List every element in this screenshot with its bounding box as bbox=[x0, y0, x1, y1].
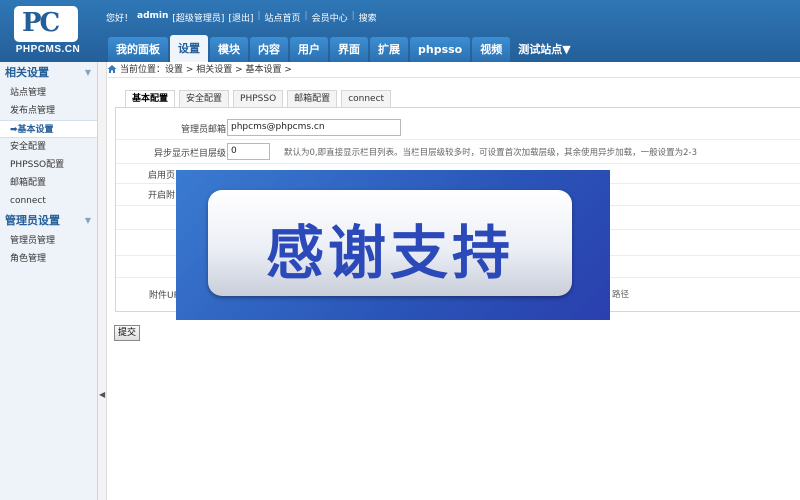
form-row-async-level: 异步显示栏目层级 0 默认为0,即直接显示栏目列表。当栏目层级较多时，可设置首次… bbox=[116, 140, 800, 164]
nav-tab-panel[interactable]: 我的面板 bbox=[108, 37, 168, 62]
nav-tab-content[interactable]: 内容 bbox=[250, 37, 288, 62]
tab-security-config[interactable]: 安全配置 bbox=[179, 90, 230, 107]
tab-phpsso[interactable]: PHPSSO bbox=[233, 90, 284, 107]
row4-label: 开启附 bbox=[148, 191, 176, 201]
arrow-right-icon: ➡ bbox=[10, 125, 18, 135]
sidebar-item-basic-settings[interactable]: ➡基本设置 bbox=[0, 120, 97, 138]
greeting-text: 您好！ bbox=[106, 14, 134, 24]
top-links: 您好！ admin [超级管理员] [退出] | 站点首页 | 会员中心 | 搜… bbox=[106, 11, 377, 24]
logo[interactable]: PC PHPCMS.CN bbox=[10, 6, 86, 56]
site-switcher[interactable]: 测试站点▼ bbox=[518, 37, 570, 62]
username: admin bbox=[137, 11, 169, 21]
tab-mail-config[interactable]: 邮箱配置 bbox=[287, 90, 338, 107]
sidebar-item-admin-manage[interactable]: 管理员管理 bbox=[0, 232, 97, 250]
row3-label: 启用页 bbox=[148, 171, 176, 181]
search-link[interactable]: 搜索 bbox=[359, 11, 377, 24]
nav-tab-phpsso[interactable]: phpsso bbox=[410, 37, 471, 62]
collapse-left-icon: ◀ bbox=[99, 390, 106, 399]
user-role: [超级管理员] bbox=[172, 14, 225, 24]
main-nav: 我的面板 设置 模块 内容 用户 界面 扩展 phpsso 视频 测试站点▼ bbox=[108, 35, 571, 62]
chevron-down-icon: ▼ bbox=[84, 216, 91, 225]
sidebar-item-phpsso[interactable]: PHPSSO配置 bbox=[0, 156, 97, 174]
site-home-link[interactable]: 站点首页 bbox=[265, 11, 301, 24]
sidebar-collapse-handle[interactable]: ◀ bbox=[98, 62, 107, 500]
nav-tab-video[interactable]: 视频 bbox=[472, 37, 511, 62]
logo-mark: PC bbox=[14, 6, 78, 42]
thanks-banner: 感谢支持 bbox=[176, 170, 610, 320]
sidebar-item-role-manage[interactable]: 角色管理 bbox=[0, 250, 97, 268]
logout-link[interactable]: [退出] bbox=[228, 11, 253, 24]
nav-tab-interface[interactable]: 界面 bbox=[330, 37, 368, 62]
async-level-label: 异步显示栏目层级 bbox=[153, 149, 226, 159]
sidebar-group-admin-settings[interactable]: 管理员设置 ▼ bbox=[0, 210, 97, 232]
top-header: PC PHPCMS.CN 您好！ admin [超级管理员] [退出] | 站点… bbox=[0, 0, 800, 62]
form-row-admin-email: 管理员邮箱 phpcms@phpcms.cn bbox=[116, 108, 800, 140]
admin-email-label: 管理员邮箱 bbox=[180, 125, 226, 135]
member-center-link[interactable]: 会员中心 bbox=[312, 11, 348, 24]
nav-tab-extend[interactable]: 扩展 bbox=[370, 37, 408, 62]
nav-tab-settings[interactable]: 设置 bbox=[170, 35, 208, 62]
async-level-hint: 默认为0,即直接显示栏目列表。当栏目层级较多时，可设置首次加载层级，其余使用异步… bbox=[284, 148, 697, 158]
sidebar-group-related-settings[interactable]: 相关设置 ▼ bbox=[0, 62, 97, 84]
tab-basic-config[interactable]: 基本配置 bbox=[125, 90, 176, 107]
attachment-url-hint: 路径 bbox=[612, 290, 630, 300]
admin-email-input[interactable]: phpcms@phpcms.cn bbox=[227, 119, 401, 136]
nav-tab-users[interactable]: 用户 bbox=[290, 37, 328, 62]
thanks-banner-plate: 感谢支持 bbox=[208, 190, 572, 296]
sidebar-item-connect[interactable]: connect bbox=[0, 192, 97, 210]
async-level-input[interactable]: 0 bbox=[227, 143, 270, 160]
thanks-banner-text: 感谢支持 bbox=[265, 219, 514, 287]
tab-connect[interactable]: connect bbox=[341, 90, 392, 107]
sidebar-item-release-points[interactable]: 发布点管理 bbox=[0, 102, 97, 120]
logo-text: PHPCMS.CN bbox=[15, 44, 81, 55]
sidebar-item-mail[interactable]: 邮箱配置 bbox=[0, 174, 97, 192]
sidebar-item-site-manage[interactable]: 站点管理 bbox=[0, 84, 97, 102]
sidebar-item-security[interactable]: 安全配置 bbox=[0, 138, 97, 156]
chevron-down-icon: ▼ bbox=[84, 68, 91, 77]
sidebar: 相关设置 ▼ 站点管理 发布点管理 ➡基本设置 安全配置 PHPSSO配置 邮箱… bbox=[0, 62, 98, 500]
breadcrumb: 当前位置：设置 > 相关设置 > 基本设置 > bbox=[108, 62, 800, 78]
nav-tab-modules[interactable]: 模块 bbox=[210, 37, 248, 62]
settings-tabs: 基本配置 安全配置 PHPSSO 邮箱配置 connect bbox=[125, 90, 392, 107]
submit-button[interactable]: 提交 bbox=[114, 325, 141, 341]
